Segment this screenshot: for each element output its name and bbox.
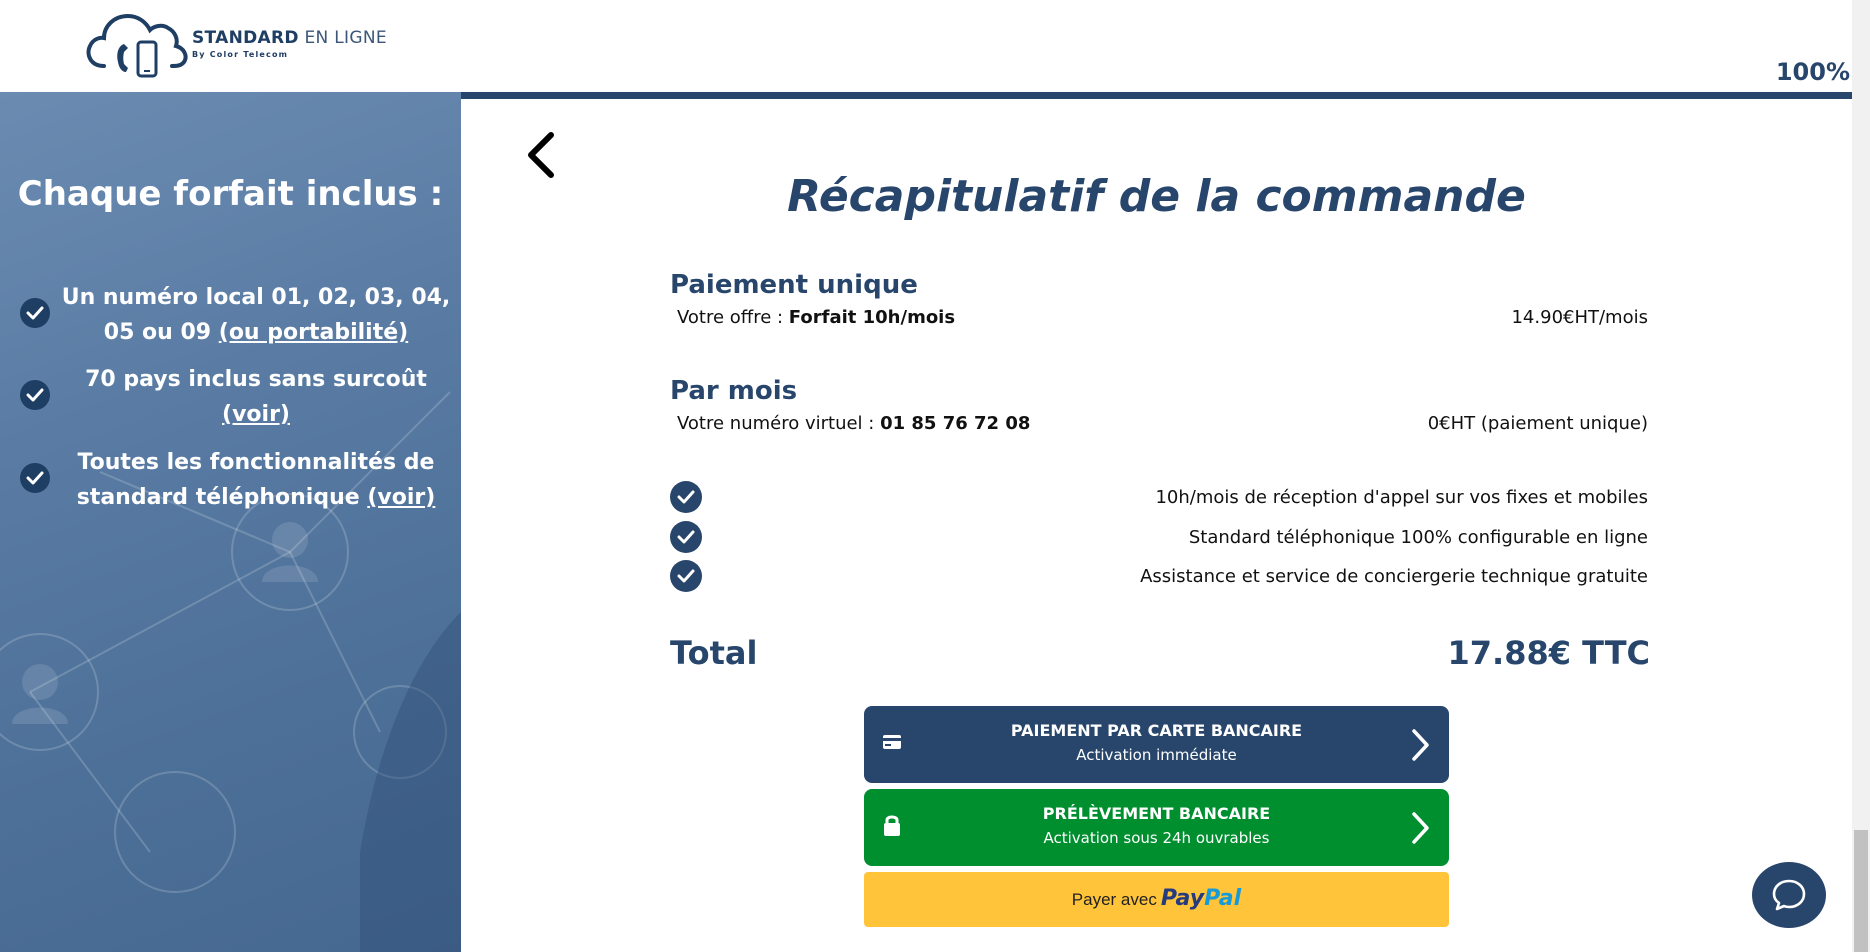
progress-fill bbox=[461, 92, 1852, 99]
card-payment-title: PAIEMENT PAR CARTE BANCAIRE bbox=[1010, 721, 1303, 740]
brand-logo[interactable]: STANDARD EN LIGNE By Color Telecom bbox=[84, 8, 387, 80]
brand-name-bold: STANDARD bbox=[192, 28, 299, 48]
virtual-number-amount: 0€HT (paiement unique) bbox=[1427, 413, 1648, 434]
progress-label: 100% bbox=[1775, 58, 1850, 86]
paypal-logo-pay: Pay bbox=[1160, 886, 1205, 911]
check-icon bbox=[670, 560, 702, 592]
brand-name-light: EN LIGNE bbox=[304, 28, 387, 48]
included-item-text: 10h/mois de réception d'appel sur vos fi… bbox=[1155, 487, 1648, 508]
chevron-right-icon bbox=[1412, 812, 1429, 844]
included-item-text: Standard téléphonique 100% configurable … bbox=[1188, 527, 1648, 548]
feature-text: 05 ou 09 bbox=[103, 320, 219, 345]
page-title: Récapitulatif de la commande bbox=[787, 171, 1526, 222]
monthly-title: Par mois bbox=[670, 376, 798, 406]
total-label: Total bbox=[670, 634, 758, 672]
brand-tagline: By Color Telecom bbox=[192, 50, 289, 59]
direct-debit-button[interactable]: PRÉLÈVEMENT BANCAIRE Activation sous 24h… bbox=[864, 789, 1449, 866]
offer-label: Votre offre : bbox=[677, 307, 789, 328]
included-item: Standard téléphonique 100% configurable … bbox=[670, 521, 1648, 555]
paypal-prefix: Payer avec bbox=[1071, 890, 1157, 909]
paypal-button[interactable]: Payer avec PayPal bbox=[864, 872, 1449, 927]
feature-text: Toutes les fonctionnalités de bbox=[77, 450, 435, 475]
feature-text: Un numéro local 01, 02, 03, 04, bbox=[61, 285, 451, 310]
included-item: 10h/mois de réception d'appel sur vos fi… bbox=[670, 481, 1648, 515]
check-icon bbox=[670, 521, 702, 553]
paypal-logo-pal: Pal bbox=[1204, 886, 1242, 911]
offer-line: Votre offre : Forfait 10h/mois 14.90€HT/… bbox=[670, 307, 1648, 333]
check-icon bbox=[20, 298, 50, 328]
one-time-payment-title: Paiement unique bbox=[670, 270, 918, 300]
sidebar: Chaque forfait inclus : Un numéro local … bbox=[0, 92, 461, 952]
direct-debit-title: PRÉLÈVEMENT BANCAIRE bbox=[1042, 804, 1271, 823]
feature-text: standard téléphonique bbox=[76, 485, 368, 510]
scrollbar-thumb[interactable] bbox=[1854, 830, 1868, 952]
check-icon bbox=[20, 380, 50, 410]
network-background bbox=[0, 391, 461, 952]
cloud-phone-icon bbox=[86, 13, 188, 78]
check-icon bbox=[670, 481, 702, 513]
card-payment-button[interactable]: PAIEMENT PAR CARTE BANCAIRE Activation i… bbox=[864, 706, 1449, 783]
portability-link[interactable]: (ou portabilité) bbox=[219, 320, 408, 345]
direct-debit-subtitle: Activation sous 24h ouvrables bbox=[1043, 829, 1270, 847]
total-value: 17.88€ TTC bbox=[1447, 634, 1651, 672]
page-scrollbar[interactable] bbox=[1852, 0, 1870, 952]
virtual-number-value: 01 85 76 72 08 bbox=[880, 413, 1031, 434]
check-icon bbox=[20, 463, 50, 493]
included-item: Assistance et service de conciergerie te… bbox=[670, 560, 1648, 594]
countries-link[interactable]: (voir) bbox=[222, 402, 290, 427]
order-summary: Récapitulatif de la commande Paiement un… bbox=[461, 99, 1852, 952]
functions-link[interactable]: (voir) bbox=[367, 485, 435, 510]
feature-text: 70 pays inclus sans surcoût bbox=[85, 367, 427, 392]
chat-button[interactable] bbox=[1752, 862, 1826, 928]
virtual-number-label: Votre numéro virtuel : bbox=[677, 413, 881, 434]
chevron-right-icon bbox=[1412, 729, 1429, 761]
sidebar-title: Chaque forfait inclus : bbox=[17, 174, 444, 214]
progress-bar bbox=[461, 92, 1852, 99]
chat-bubble-icon bbox=[1772, 879, 1806, 911]
card-payment-subtitle: Activation immédiate bbox=[1076, 746, 1237, 764]
offer-amount: 14.90€HT/mois bbox=[1511, 307, 1648, 328]
offer-value: Forfait 10h/mois bbox=[788, 307, 956, 328]
header: STANDARD EN LIGNE By Color Telecom 100% bbox=[0, 0, 1852, 92]
virtual-number-line: Votre numéro virtuel : 01 85 76 72 08 0€… bbox=[670, 413, 1648, 439]
included-item-text: Assistance et service de conciergerie te… bbox=[1140, 566, 1648, 587]
